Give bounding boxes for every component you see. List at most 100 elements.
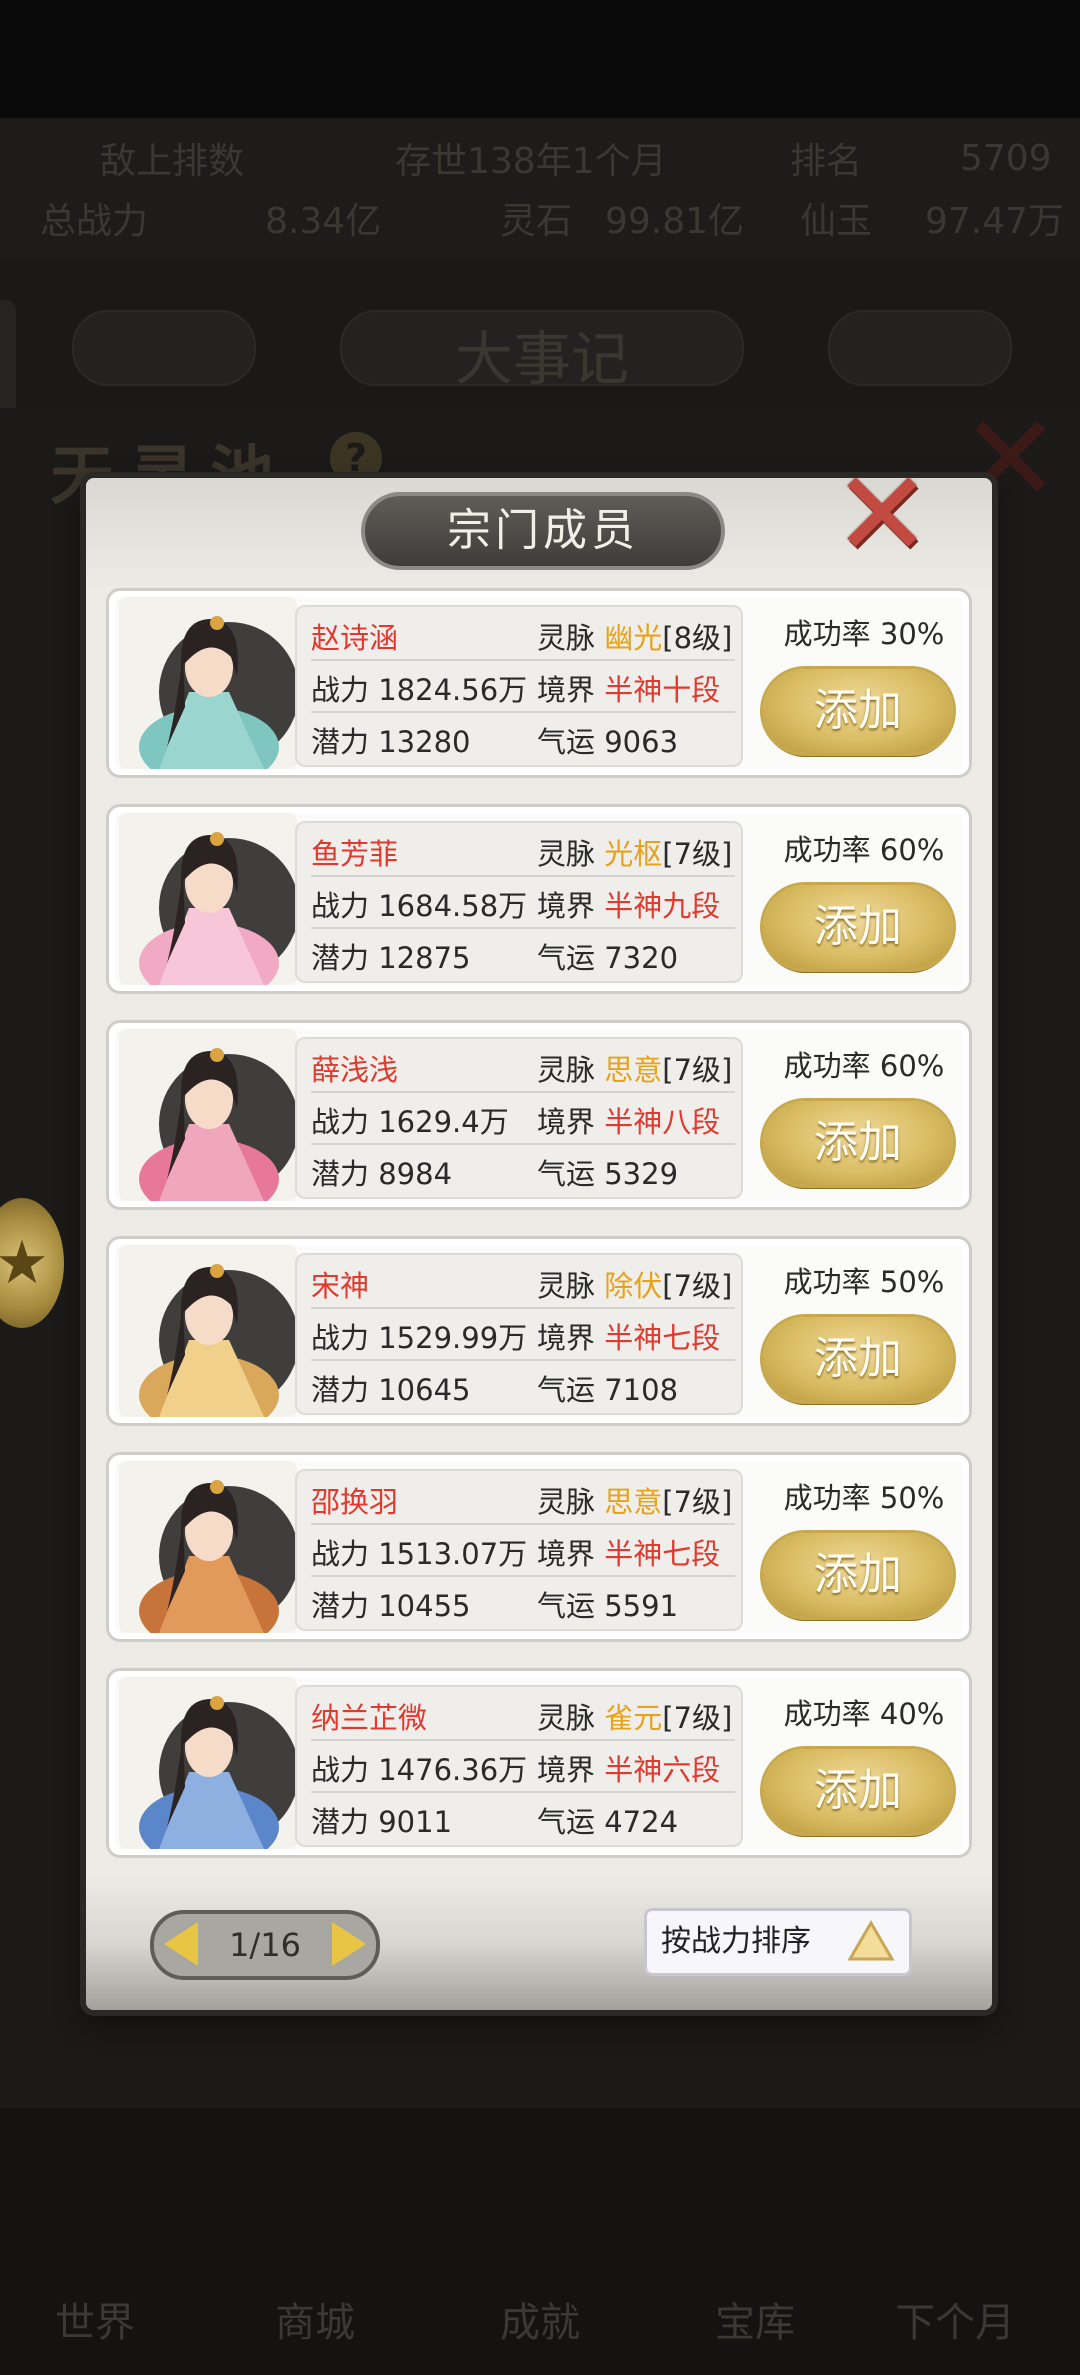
nav-shop: 商城 [275,2300,355,2346]
member-card: 薛浅浅 灵脉 思意[7级] 战力 1629.4万 境界 半神八段 潜力 8984… [106,1020,972,1210]
member-vein-level: [7级] [662,1053,733,1087]
member-portrait [119,813,297,985]
bg-stat-text: 排名 [790,141,863,182]
member-info: 薛浅浅 灵脉 思意[7级] 战力 1629.4万 境界 半神八段 潜力 8984… [295,1037,743,1199]
bg-stat-text: 存世138年1个月 [395,141,667,182]
luck-label: 气运 [537,1589,596,1623]
member-name: 邵换羽 [311,1485,399,1519]
vein-label: 灵脉 [537,837,596,871]
rate-value: 40% [879,1697,945,1731]
member-card: 鱼芳菲 灵脉 光枢[7级] 战力 1684.58万 境界 半神九段 潜力 128… [106,804,972,994]
member-list: 赵诗涵 灵脉 幽光[8级] 战力 1824.56万 境界 半神十段 潜力 132… [106,588,972,1884]
member-realm: 半神九段 [604,889,721,923]
member-name: 宋神 [311,1269,370,1303]
add-button[interactable]: 添加 [763,1533,953,1617]
page-indicator: 1/16 [229,1926,301,1964]
member-info: 邵换羽 灵脉 思意[7级] 战力 1513.07万 境界 半神七段 潜力 104… [295,1469,743,1631]
member-info: 鱼芳菲 灵脉 光枢[7级] 战力 1684.58万 境界 半神九段 潜力 128… [295,821,743,983]
rate-label: 成功率 [783,1265,871,1299]
realm-label: 境界 [537,1105,596,1139]
help-icon: ? [330,432,382,484]
rate-label: 成功率 [783,833,871,867]
member-realm: 半神八段 [604,1105,721,1139]
rate-value: 50% [879,1481,945,1515]
power-label: 战力 [311,1105,370,1139]
member-potential: 10645 [378,1373,471,1407]
success-rate: 成功率 50% [769,1475,959,1517]
nav-treasury: 宝库 [715,2300,795,2346]
luck-label: 气运 [537,1373,596,1407]
member-power: 1684.58万 [378,889,528,923]
sect-members-dialog: 宗门成员 赵诗涵 灵脉 幽光[8级] 战力 1824.56万 境界 半神十段 潜… [86,478,992,2010]
bg-stat-text: 总战力 [40,201,149,242]
vein-label: 灵脉 [537,1269,596,1303]
vein-label: 灵脉 [537,1485,596,1519]
potential-label: 潜力 [311,941,370,975]
vein-label: 灵脉 [537,1053,596,1087]
member-vein-level: [7级] [662,1485,733,1519]
bg-left-tab [72,310,256,386]
member-realm: 半神十段 [604,673,721,707]
realm-label: 境界 [537,1753,596,1787]
power-label: 战力 [311,1753,370,1787]
success-rate: 成功率 60% [769,1043,959,1085]
vein-label: 灵脉 [537,1701,596,1735]
nav-world: 世界 [55,2300,135,2346]
luck-label: 气运 [537,725,596,759]
add-button[interactable]: 添加 [763,1101,953,1185]
member-vein: 思意 [604,1053,663,1087]
member-portrait [119,1677,297,1849]
power-label: 战力 [311,673,370,707]
member-vein: 思意 [604,1485,663,1519]
member-power: 1529.99万 [378,1321,528,1355]
member-name: 鱼芳菲 [311,837,399,871]
member-potential: 8984 [378,1157,453,1191]
power-label: 战力 [311,889,370,923]
member-luck: 7320 [604,941,679,975]
bg-stat-text: 仙玉 [800,201,873,242]
dialog-title: 宗门成员 [361,492,725,570]
potential-label: 潜力 [311,725,370,759]
next-page-icon[interactable] [332,1922,366,1966]
success-rate: 成功率 40% [769,1691,959,1733]
member-vein-level: [7级] [662,837,733,871]
status-bar-area [0,0,1080,118]
realm-label: 境界 [537,889,596,923]
power-label: 战力 [311,1321,370,1355]
member-info: 宋神 灵脉 除伏[7级] 战力 1529.99万 境界 半神七段 潜力 1064… [295,1253,743,1415]
add-button[interactable]: 添加 [763,885,953,969]
member-portrait [119,1029,297,1201]
luck-label: 气运 [537,1157,596,1191]
rate-value: 50% [879,1265,945,1299]
luck-label: 气运 [537,1805,596,1839]
success-rate: 成功率 50% [769,1259,959,1301]
member-vein-level: [8级] [662,621,733,655]
realm-label: 境界 [537,1537,596,1571]
member-card: 赵诗涵 灵脉 幽光[8级] 战力 1824.56万 境界 半神十段 潜力 132… [106,588,972,778]
close-icon[interactable]: ✕ [830,455,934,573]
member-power: 1513.07万 [378,1537,528,1571]
rate-value: 30% [879,617,945,651]
bg-stat-text: 99.81亿 [605,201,745,242]
member-name: 赵诗涵 [311,621,399,655]
prev-page-icon[interactable] [164,1922,198,1966]
add-button[interactable]: 添加 [763,669,953,753]
stats-panel: 敌上排数 存世138年1个月 排名 5709 总战力 8.34亿 灵石 99.8… [0,118,1080,258]
add-button[interactable]: 添加 [763,1317,953,1401]
bg-stat-text: 8.34亿 [265,201,382,242]
triangle-up-icon [847,1920,895,1961]
rate-value: 60% [879,1049,945,1083]
sort-by-power-button[interactable]: 按战力排序 [644,1908,912,1976]
success-rate: 成功率 60% [769,827,959,869]
bg-stat-text: 灵石 [500,201,573,242]
rate-label: 成功率 [783,1697,871,1731]
pager: 1/16 [150,1910,380,1980]
potential-label: 潜力 [311,1157,370,1191]
bg-right-tab [828,310,1012,386]
member-card: 纳兰芷微 灵脉 雀元[7级] 战力 1476.36万 境界 半神六段 潜力 90… [106,1668,972,1858]
realm-label: 境界 [537,673,596,707]
member-luck: 4724 [604,1805,679,1839]
member-power: 1824.56万 [378,673,528,707]
rate-label: 成功率 [783,617,871,651]
add-button[interactable]: 添加 [763,1749,953,1833]
